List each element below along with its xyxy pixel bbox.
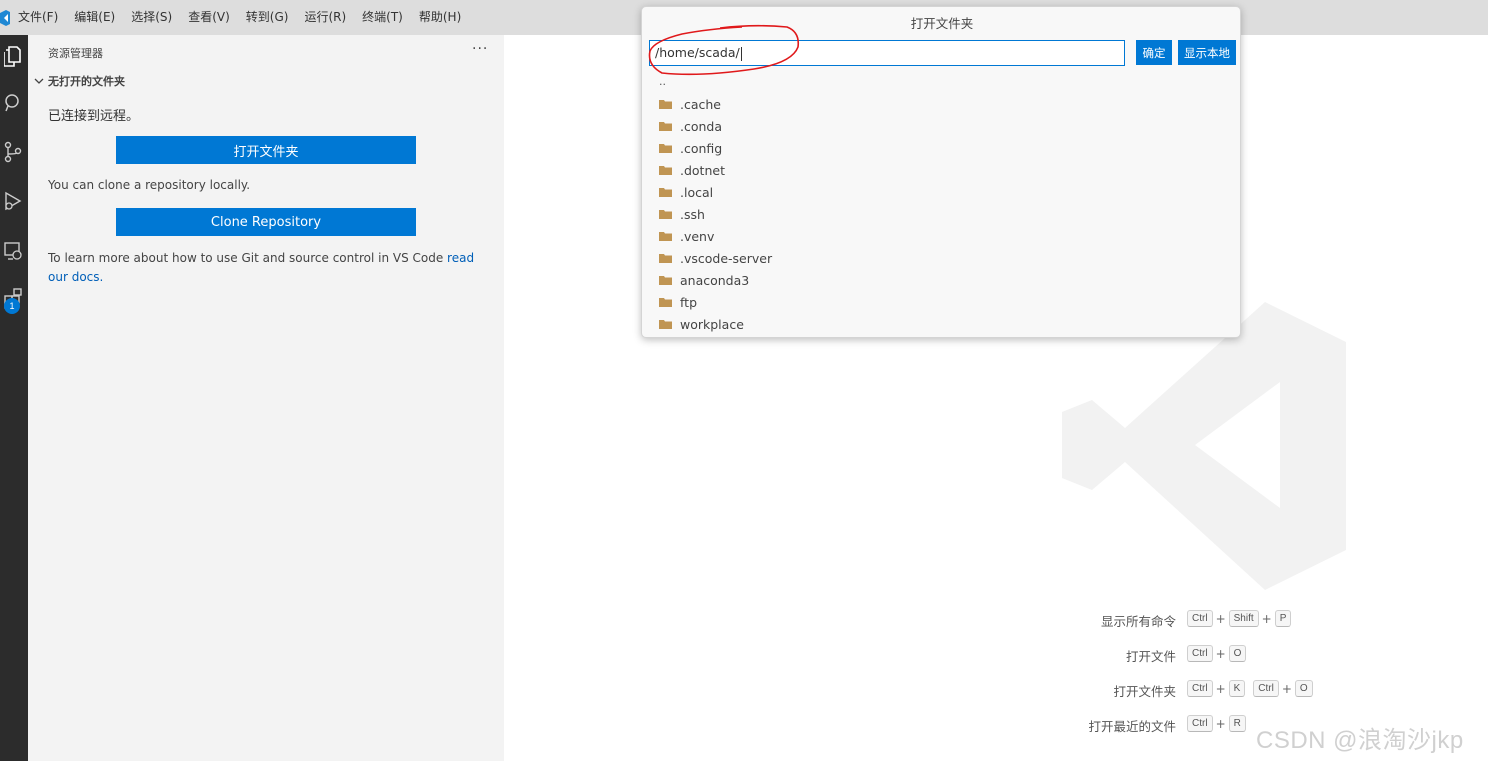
folder-icon [659, 298, 672, 307]
menu-edit[interactable]: 编辑(E) [66, 0, 123, 35]
folder-item[interactable]: .venv [642, 225, 1242, 247]
key: P [1274, 610, 1292, 627]
explorer-sidebar: 资源管理器 ··· 无打开的文件夹 已连接到远程。 打开文件夹 You can … [28, 35, 504, 761]
chevron-down-icon [34, 78, 44, 84]
shortcut-keys-open-recent: Ctrl + R [1187, 715, 1246, 732]
folder-name: .local [680, 184, 714, 200]
folder-item[interactable]: anaconda3 [642, 269, 1242, 291]
key: O [1228, 645, 1247, 662]
folder-item[interactable]: ftp [642, 291, 1242, 313]
menu-view[interactable]: 查看(V) [180, 0, 238, 35]
key: R [1228, 715, 1246, 732]
key: Shift [1228, 610, 1259, 627]
folder-item[interactable]: workplace [642, 313, 1242, 335]
more-actions-button[interactable]: ··· [472, 41, 488, 57]
learn-git-text: To learn more about how to use Git and s… [48, 249, 488, 287]
shortcut-label-show-commands: 显示所有命令 [1100, 614, 1176, 629]
menu-file[interactable]: 文件(F) [10, 0, 66, 35]
key: K [1228, 680, 1246, 697]
key: Ctrl [1187, 715, 1213, 732]
csdn-watermark: CSDN @浪淘沙jkp [1256, 727, 1464, 754]
folder-item[interactable]: .dotnet [642, 159, 1242, 181]
sidebar-title: 资源管理器 [48, 47, 103, 60]
folder-name: anaconda3 [680, 272, 750, 288]
folder-item[interactable]: .conda [642, 115, 1242, 137]
folder-path-input[interactable]: /home/scada/ [649, 40, 1125, 66]
shortcut-keys-open-file: Ctrl + O [1187, 645, 1247, 662]
shortcut-label-open-recent: 打开最近的文件 [1088, 719, 1176, 734]
folder-name: .config [680, 140, 723, 156]
open-folder-dialog: 打开文件夹 /home/scada/ 确定 显示本地 .. .cache .co… [641, 6, 1241, 338]
section-title: 无打开的文件夹 [48, 75, 125, 88]
parent-directory-item[interactable]: .. [659, 75, 666, 88]
folder-icon [659, 122, 672, 131]
vscode-watermark-icon [1062, 302, 1346, 590]
folder-name: workplace [680, 316, 744, 332]
folder-item[interactable]: .local [642, 181, 1242, 203]
ok-button[interactable]: 确定 [1136, 40, 1172, 65]
folder-name: .dotnet [680, 162, 725, 178]
folder-icon [659, 144, 672, 153]
folder-icon [659, 276, 672, 285]
menu-go[interactable]: 转到(G) [238, 0, 297, 35]
key: Ctrl [1187, 680, 1213, 697]
folder-icon [659, 320, 672, 329]
no-folder-section-header[interactable]: 无打开的文件夹 [32, 73, 125, 89]
shortcut-keys-show-commands: Ctrl + Shift + P [1187, 610, 1292, 627]
folder-item[interactable]: .ssh [642, 203, 1242, 225]
extensions-badge: 1 [4, 298, 20, 314]
learn-git-body: To learn more about how to use Git and s… [48, 251, 448, 265]
key: Ctrl [1187, 610, 1213, 627]
menu-help[interactable]: 帮助(H) [411, 0, 469, 35]
key: Ctrl [1187, 645, 1213, 662]
folder-icon [659, 210, 672, 219]
show-local-button[interactable]: 显示本地 [1178, 40, 1236, 65]
folder-icon [659, 188, 672, 197]
key: Ctrl [1253, 680, 1279, 697]
folder-icon [659, 232, 672, 241]
folder-item[interactable]: .cache [642, 93, 1242, 115]
open-folder-button[interactable]: 打开文件夹 [116, 136, 416, 164]
dialog-title: 打开文件夹 [910, 16, 974, 31]
shortcut-label-open-file: 打开文件 [1125, 649, 1176, 664]
folder-name: .vscode-server [680, 250, 773, 266]
folder-name: .conda [680, 118, 723, 134]
explorer-icon[interactable] [0, 37, 28, 77]
folder-name: .ssh [680, 206, 705, 222]
folder-path-value: /home/scada/ [655, 45, 740, 60]
shortcut-label-open-folder: 打开文件夹 [1113, 684, 1176, 699]
search-icon[interactable] [0, 83, 28, 123]
folder-name: .venv [680, 228, 715, 244]
run-debug-icon[interactable] [0, 181, 28, 221]
folder-name: .cache [680, 96, 721, 112]
folder-name: ftp [680, 294, 698, 310]
source-control-icon[interactable] [0, 132, 28, 172]
folder-item[interactable]: .vscode-server [642, 247, 1242, 269]
menu-run[interactable]: 运行(R) [296, 0, 354, 35]
folder-icon [659, 166, 672, 175]
menu-terminal[interactable]: 终端(T) [354, 0, 411, 35]
activity-bar: 1 [0, 35, 28, 761]
key: O [1294, 680, 1313, 697]
folder-icon [659, 100, 672, 109]
clone-hint-text: You can clone a repository locally. [48, 178, 251, 192]
connected-remote-text: 已连接到远程。 [48, 109, 140, 124]
vscode-logo-icon[interactable] [0, 9, 10, 26]
text-caret [740, 46, 742, 61]
remote-explorer-icon[interactable] [0, 231, 28, 271]
menu-selection[interactable]: 选择(S) [123, 0, 180, 35]
folder-icon [659, 254, 672, 263]
folder-list: .cache .conda .config .dotnet .local .ss… [642, 93, 1242, 335]
folder-item[interactable]: .config [642, 137, 1242, 159]
clone-repository-button[interactable]: Clone Repository [116, 208, 416, 236]
shortcut-keys-open-folder: Ctrl + K Ctrl + O [1187, 680, 1313, 697]
